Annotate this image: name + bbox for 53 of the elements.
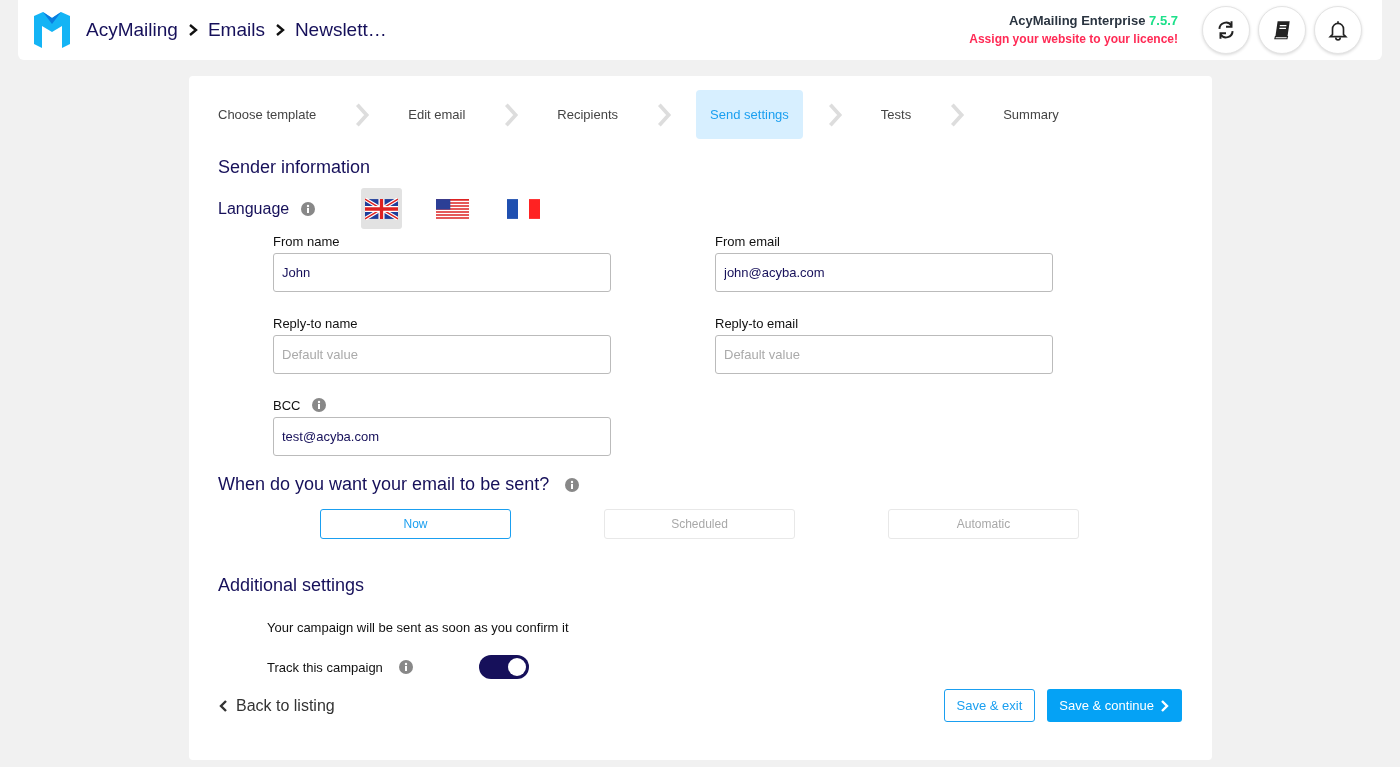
flag-icon — [365, 197, 399, 220]
breadcrumb-link[interactable]: Newslett… — [294, 19, 387, 41]
chevron-right-icon — [354, 101, 371, 128]
track-label: Track this campaign — [267, 659, 383, 675]
input-field[interactable]: test@acyba.com — [273, 417, 611, 456]
input-field[interactable]: john@acyba.com — [715, 253, 1053, 292]
input-field[interactable]: John — [273, 253, 611, 292]
refresh-button[interactable] — [1202, 6, 1250, 54]
field-label: Reply-to name — [273, 315, 358, 331]
field-label: From email — [715, 233, 780, 249]
back-link[interactable]: Back to listing — [218, 696, 335, 715]
chevron-right-icon — [187, 23, 198, 37]
field-label: BCC — [273, 397, 301, 413]
info-icon — [565, 477, 580, 492]
version-text: 7.5.7 — [1149, 13, 1178, 28]
input-field[interactable]: Default value — [273, 335, 611, 374]
field-label: From name — [273, 233, 340, 249]
edition-text: AcyMailing Enterprise — [1008, 13, 1146, 28]
section-title: Sender information — [218, 157, 372, 178]
refresh-icon — [1215, 19, 1237, 41]
breadcrumb-link[interactable]: AcyMailing — [86, 19, 178, 41]
language-label: Language — [218, 199, 290, 218]
breadcrumb-link[interactable]: Emails — [207, 19, 265, 41]
logo-icon — [34, 12, 70, 48]
documentation-button[interactable] — [1258, 6, 1306, 54]
toggle-switch[interactable] — [478, 655, 529, 679]
chevron-right-icon — [656, 101, 673, 128]
book-icon — [1271, 19, 1293, 41]
info-text: Your campaign will be sent as soon as you confirm it — [267, 620, 570, 635]
wizard-step-tab[interactable]: Recipients — [543, 90, 633, 139]
wizard-step-tab[interactable]: Edit email — [394, 90, 480, 139]
wizard-step-tab[interactable]: Tests — [866, 90, 926, 139]
licence-warning-link[interactable]: Assign your website to your licence! — [969, 32, 1178, 46]
chevron-right-icon — [1160, 698, 1170, 713]
bell-icon — [1327, 19, 1349, 41]
field-label: Reply-to email — [715, 315, 799, 331]
chevron-left-icon — [218, 698, 228, 713]
language-flag-button[interactable] — [361, 188, 403, 229]
input-field[interactable]: Default value — [715, 335, 1053, 374]
chevron-right-icon — [949, 101, 966, 128]
chevron-right-icon — [826, 101, 843, 128]
notification-button[interactable] — [1314, 6, 1362, 54]
chevron-right-icon — [503, 101, 520, 128]
section-title: Additional settings — [218, 575, 366, 596]
section-title: When do you want your email to be sent? — [218, 474, 550, 495]
flag-icon — [436, 197, 470, 220]
flag-icon — [507, 197, 541, 220]
info-icon — [301, 201, 316, 216]
info-icon — [312, 398, 327, 412]
info-icon — [398, 660, 413, 674]
chevron-right-icon — [274, 23, 285, 37]
wizard-step-tab[interactable]: Summary — [989, 90, 1073, 139]
wizard-step-tab[interactable]: Choose template — [218, 90, 331, 139]
